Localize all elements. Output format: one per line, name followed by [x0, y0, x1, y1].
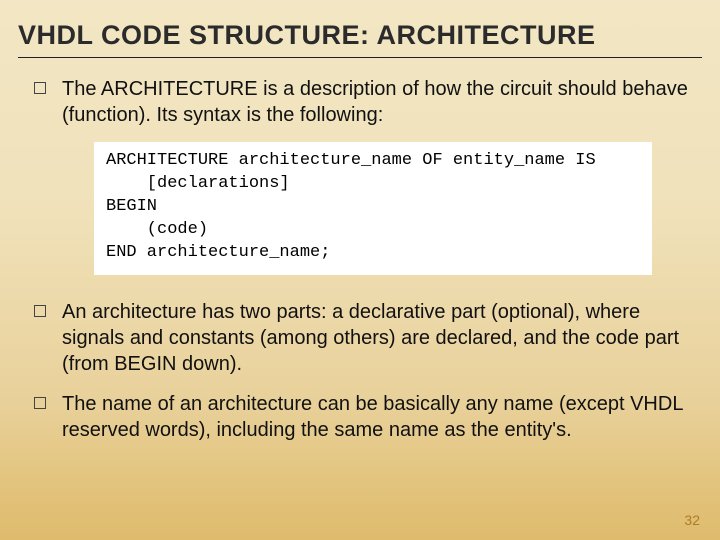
list-item: The name of an architecture can be basic… [34, 391, 692, 443]
bullet-square-icon [34, 82, 46, 94]
bullet-text: The name of an architecture can be basic… [62, 391, 692, 443]
bullet-text: The ARCHITECTURE is a description of how… [62, 76, 692, 128]
slide-body: The ARCHITECTURE is a description of how… [0, 76, 720, 443]
bullet-square-icon [34, 305, 46, 317]
title-divider [18, 57, 702, 58]
list-item: An architecture has two parts: a declara… [34, 299, 692, 377]
slide-title: VHDL CODE STRUCTURE: ARCHITECTURE [0, 0, 720, 57]
list-item: The ARCHITECTURE is a description of how… [34, 76, 692, 128]
bullet-text: An architecture has two parts: a declara… [62, 299, 692, 377]
bullet-square-icon [34, 397, 46, 409]
page-number: 32 [684, 512, 700, 528]
code-snippet: ARCHITECTURE architecture_name OF entity… [94, 142, 652, 275]
